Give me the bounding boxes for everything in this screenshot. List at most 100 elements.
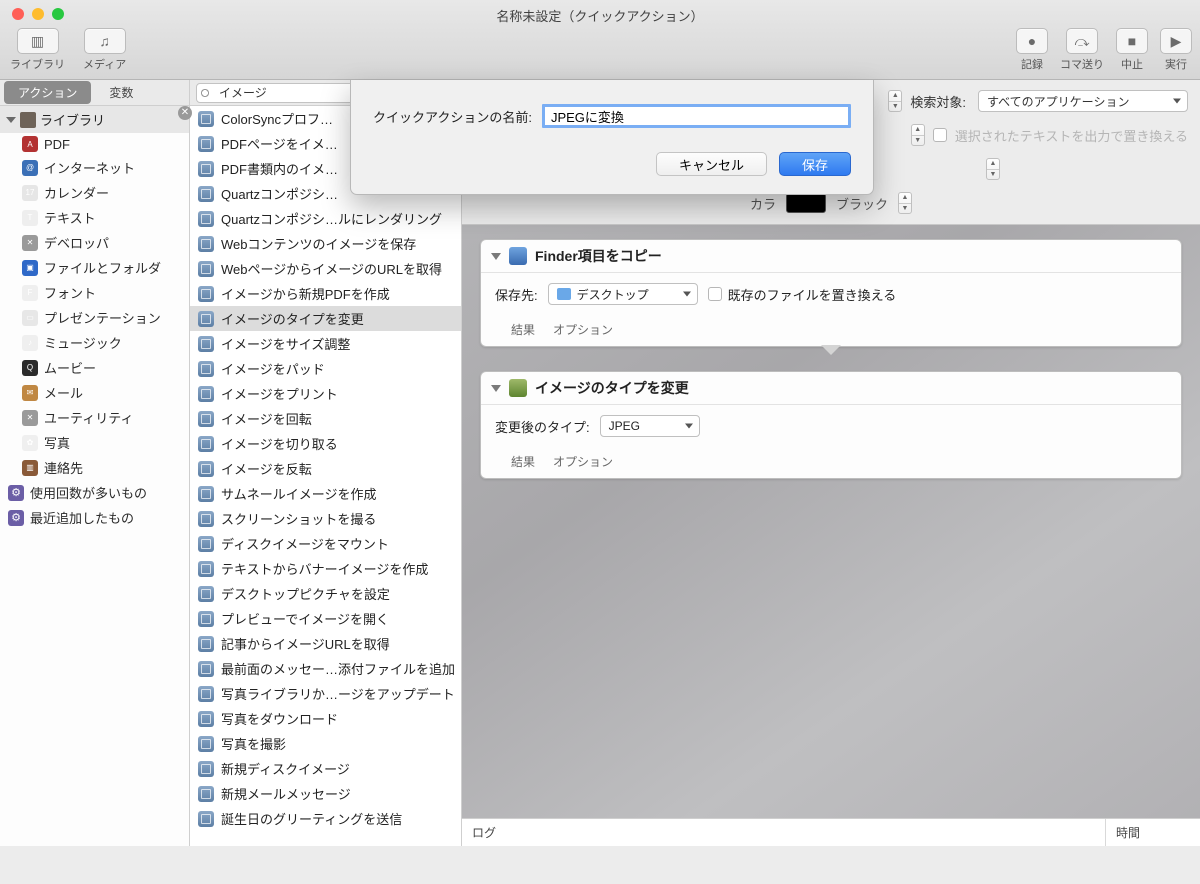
action-item[interactable]: イメージのタイプを変更 [190,306,461,331]
category-label: 連絡先 [44,458,83,477]
record-button[interactable]: ●記録 [1016,28,1048,72]
action-item[interactable]: 新規ディスクイメージ [190,756,461,781]
action-item[interactable]: 最前面のメッセー…添付ファイルを追加 [190,656,461,681]
action-icon [198,286,214,302]
category-item[interactable]: ♪ミュージック [0,330,189,355]
action-icon [198,411,214,427]
output-stepper[interactable]: ▲▼ [911,124,925,146]
replace-existing-checkbox[interactable] [708,287,722,301]
action-item[interactable]: サムネールイメージを作成 [190,481,461,506]
action-icon [198,186,214,202]
category-label: インターネット [44,158,135,177]
category-icon: F [22,285,38,301]
category-icon: ✕ [22,235,38,251]
action-item[interactable]: イメージから新規PDFを作成 [190,281,461,306]
action-item[interactable]: 記事からイメージURLを取得 [190,631,461,656]
action-item[interactable]: イメージを切り取る [190,431,461,456]
smart-group-item[interactable]: ⚙最近追加したもの [0,505,189,530]
category-item[interactable]: @インターネット [0,155,189,180]
replace-existing-label: 既存のファイルを置き換える [728,285,897,304]
category-item[interactable]: ✕ユーティリティ [0,405,189,430]
zoom-window-icon[interactable] [52,8,64,20]
action-item[interactable]: Quartzコンポジシ…ルにレンダリング [190,206,461,231]
category-item[interactable]: ▥連絡先 [0,455,189,480]
action-item[interactable]: Webコンテンツのイメージを保存 [190,231,461,256]
library-icon: ▥ [17,28,59,54]
category-icon: ▭ [22,310,38,326]
action-item[interactable]: WebページからイメージのURLを取得 [190,256,461,281]
step-button[interactable]: ⤼コマ送り [1060,28,1104,72]
close-window-icon[interactable] [12,8,24,20]
dialog-name-label: クイックアクションの名前: [373,107,532,126]
save-button[interactable]: 保存 [779,152,851,176]
step-options-link[interactable]: オプション [553,453,613,470]
input-stepper[interactable]: ▲▼ [888,90,902,112]
step-icon: ⤼ [1066,28,1098,54]
minimize-window-icon[interactable] [32,8,44,20]
category-icon: A [22,136,38,152]
color-stepper[interactable]: ▲▼ [898,192,912,214]
step-results-link[interactable]: 結果 [511,321,535,338]
action-item[interactable]: イメージをプリント [190,381,461,406]
tab-actions[interactable]: アクション [4,81,91,104]
action-item[interactable]: テキストからバナーイメージを作成 [190,556,461,581]
workflow-step-copy-finder-items[interactable]: Finder項目をコピー 保存先: デスクトップ 既存のファイルを置き換える 結… [480,239,1182,347]
workflow-canvas[interactable]: Finder項目をコピー 保存先: デスクトップ 既存のファイルを置き換える 結… [462,225,1200,818]
library-root[interactable]: ライブラリ [0,106,189,133]
step-results-link[interactable]: 結果 [511,453,535,470]
cancel-button[interactable]: キャンセル [656,152,767,176]
action-label: 記事からイメージURLを取得 [221,634,390,653]
action-item[interactable]: イメージを回転 [190,406,461,431]
action-icon [198,336,214,352]
image-stepper[interactable]: ▲▼ [986,158,1000,180]
action-label: イメージを反転 [221,459,312,478]
dialog-name-input[interactable] [542,104,851,128]
action-item[interactable]: イメージをサイズ調整 [190,331,461,356]
clear-search-icon[interactable]: ✕ [178,106,192,120]
category-icon: ✕ [22,410,38,426]
category-label: デベロッパ [44,233,109,252]
category-item[interactable]: ✕ デベロッパ [0,230,189,255]
media-button[interactable]: ♫メディア [83,28,126,72]
category-label: カレンダー [44,183,109,202]
action-item[interactable]: ディスクイメージをマウント [190,531,461,556]
tab-variables[interactable]: 変数 [95,81,147,104]
category-item[interactable]: APDF [0,133,189,155]
category-item[interactable]: ✉メール [0,380,189,405]
action-item[interactable]: 新規メールメッセージ [190,781,461,806]
action-item[interactable]: 誕生日のグリーティングを送信 [190,806,461,831]
category-label: メール [44,383,83,402]
dest-dropdown[interactable]: デスクトップ [548,283,698,305]
action-item[interactable]: イメージをパッド [190,356,461,381]
action-label: プレビューでイメージを開く [221,609,389,628]
smart-group-label: 最近追加したもの [30,508,134,527]
action-icon [198,736,214,752]
category-item[interactable]: ✿写真 [0,430,189,455]
action-item[interactable]: 写真を撮影 [190,731,461,756]
workflow-step-change-image-type[interactable]: イメージのタイプを変更 変更後のタイプ: JPEG 結果 オプション [480,371,1182,479]
action-item[interactable]: プレビューでイメージを開く [190,606,461,631]
category-item[interactable]: ▣ファイルとフォルダ [0,255,189,280]
replace-text-checkbox[interactable] [933,128,947,142]
action-item[interactable]: デスクトップピクチャを設定 [190,581,461,606]
action-item[interactable]: スクリーンショットを撮る [190,506,461,531]
category-item[interactable]: 17カレンダー [0,180,189,205]
color-swatch[interactable] [786,193,826,213]
smart-group-item[interactable]: ⚙使用回数が多いもの [0,480,189,505]
action-item[interactable]: イメージを反転 [190,456,461,481]
category-item[interactable]: Tテキスト [0,205,189,230]
type-dropdown[interactable]: JPEG [600,415,700,437]
library-button[interactable]: ▥ライブラリ [10,28,65,72]
run-button[interactable]: ▶実行 [1160,28,1192,72]
category-item[interactable]: Qムービー [0,355,189,380]
action-label: テキストからバナーイメージを作成 [221,559,428,578]
category-item[interactable]: Fフォント [0,280,189,305]
disclosure-icon[interactable] [491,253,501,260]
action-item[interactable]: 写真をダウンロード [190,706,461,731]
step-options-link[interactable]: オプション [553,321,613,338]
disclosure-icon[interactable] [491,385,501,392]
search-scope-dropdown[interactable]: すべてのアプリケーション [978,90,1188,112]
category-item[interactable]: ▭プレゼンテーション [0,305,189,330]
stop-button[interactable]: ■中止 [1116,28,1148,72]
action-item[interactable]: 写真ライブラリか…ージをアップデート [190,681,461,706]
